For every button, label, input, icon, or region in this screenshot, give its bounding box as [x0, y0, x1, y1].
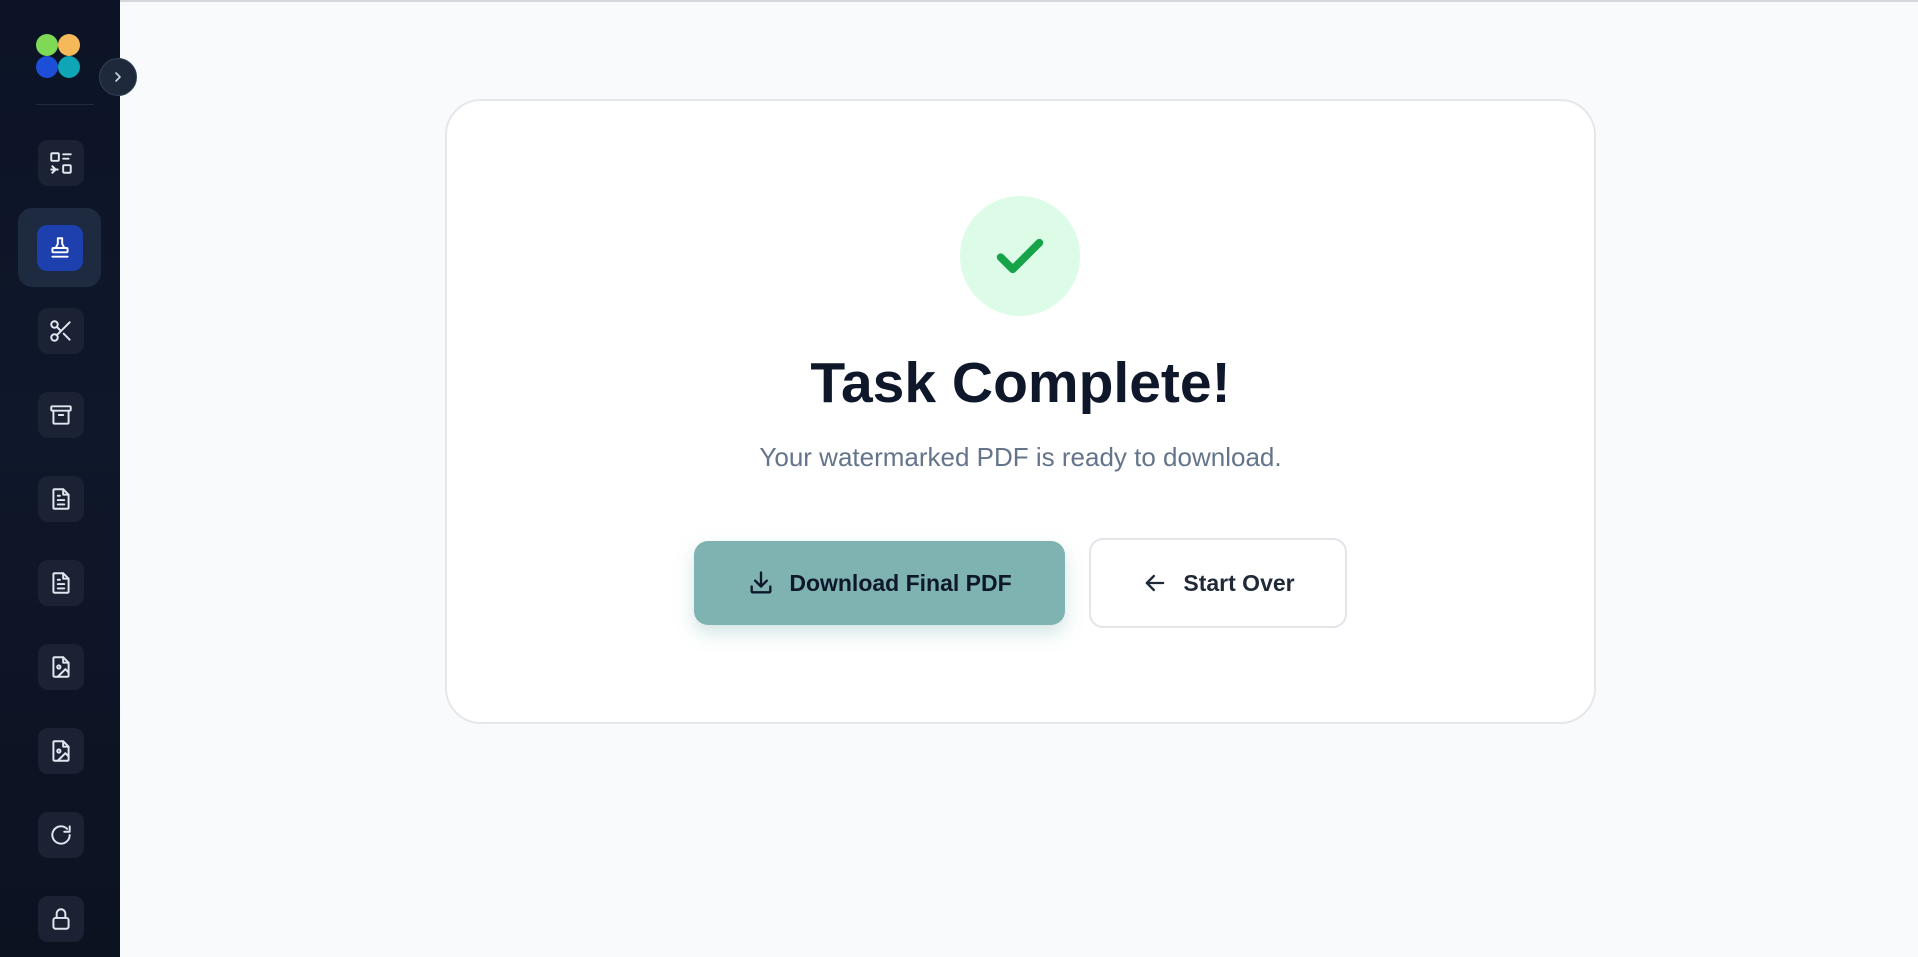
- document-icon: [52, 488, 70, 510]
- lock-icon: [52, 908, 70, 930]
- arrow-left-icon: [1146, 574, 1165, 592]
- convert-icon: [50, 152, 72, 174]
- download-icon: [750, 571, 772, 594]
- success-badge: [960, 196, 1080, 316]
- page-title: Task Complete!: [810, 351, 1231, 415]
- download-button[interactable]: Download Final PDF: [694, 541, 1065, 625]
- image-file-icon: [52, 740, 70, 762]
- sidebar-collapse-button[interactable]: [99, 58, 137, 96]
- sidebar-item-image-file-1[interactable]: [38, 644, 84, 690]
- top-border: [0, 0, 1918, 2]
- document-icon: [52, 572, 70, 594]
- image-file-icon: [52, 656, 70, 678]
- page-subtitle: Your watermarked PDF is ready to downloa…: [759, 442, 1282, 472]
- scissors-icon: [50, 320, 71, 342]
- check-icon: [996, 238, 1044, 274]
- sidebar-item-compress[interactable]: [38, 392, 84, 438]
- logo-divider: [36, 104, 94, 105]
- download-button-label: Download Final PDF: [789, 569, 1012, 596]
- chevron-right-icon: [115, 72, 121, 82]
- stamp-icon: [50, 236, 69, 258]
- start-over-button-label: Start Over: [1183, 569, 1295, 596]
- sidebar-item-image-file-2[interactable]: [38, 728, 84, 774]
- active-item-highlight: [36, 224, 83, 271]
- start-over-button[interactable]: Start Over: [1089, 538, 1347, 628]
- refresh-icon: [51, 825, 71, 845]
- sidebar-item-refresh[interactable]: [38, 812, 84, 858]
- sidebar: [0, 0, 120, 957]
- sidebar-item-convert[interactable]: [38, 140, 84, 186]
- sidebar-item-protect[interactable]: [38, 896, 84, 942]
- app-logo[interactable]: [36, 34, 84, 80]
- sidebar-item-watermark[interactable]: [18, 208, 101, 287]
- sidebar-item-document-1[interactable]: [38, 476, 84, 522]
- archive-icon: [50, 405, 72, 425]
- sidebar-item-split[interactable]: [38, 308, 84, 354]
- sidebar-item-document-2[interactable]: [38, 560, 84, 606]
